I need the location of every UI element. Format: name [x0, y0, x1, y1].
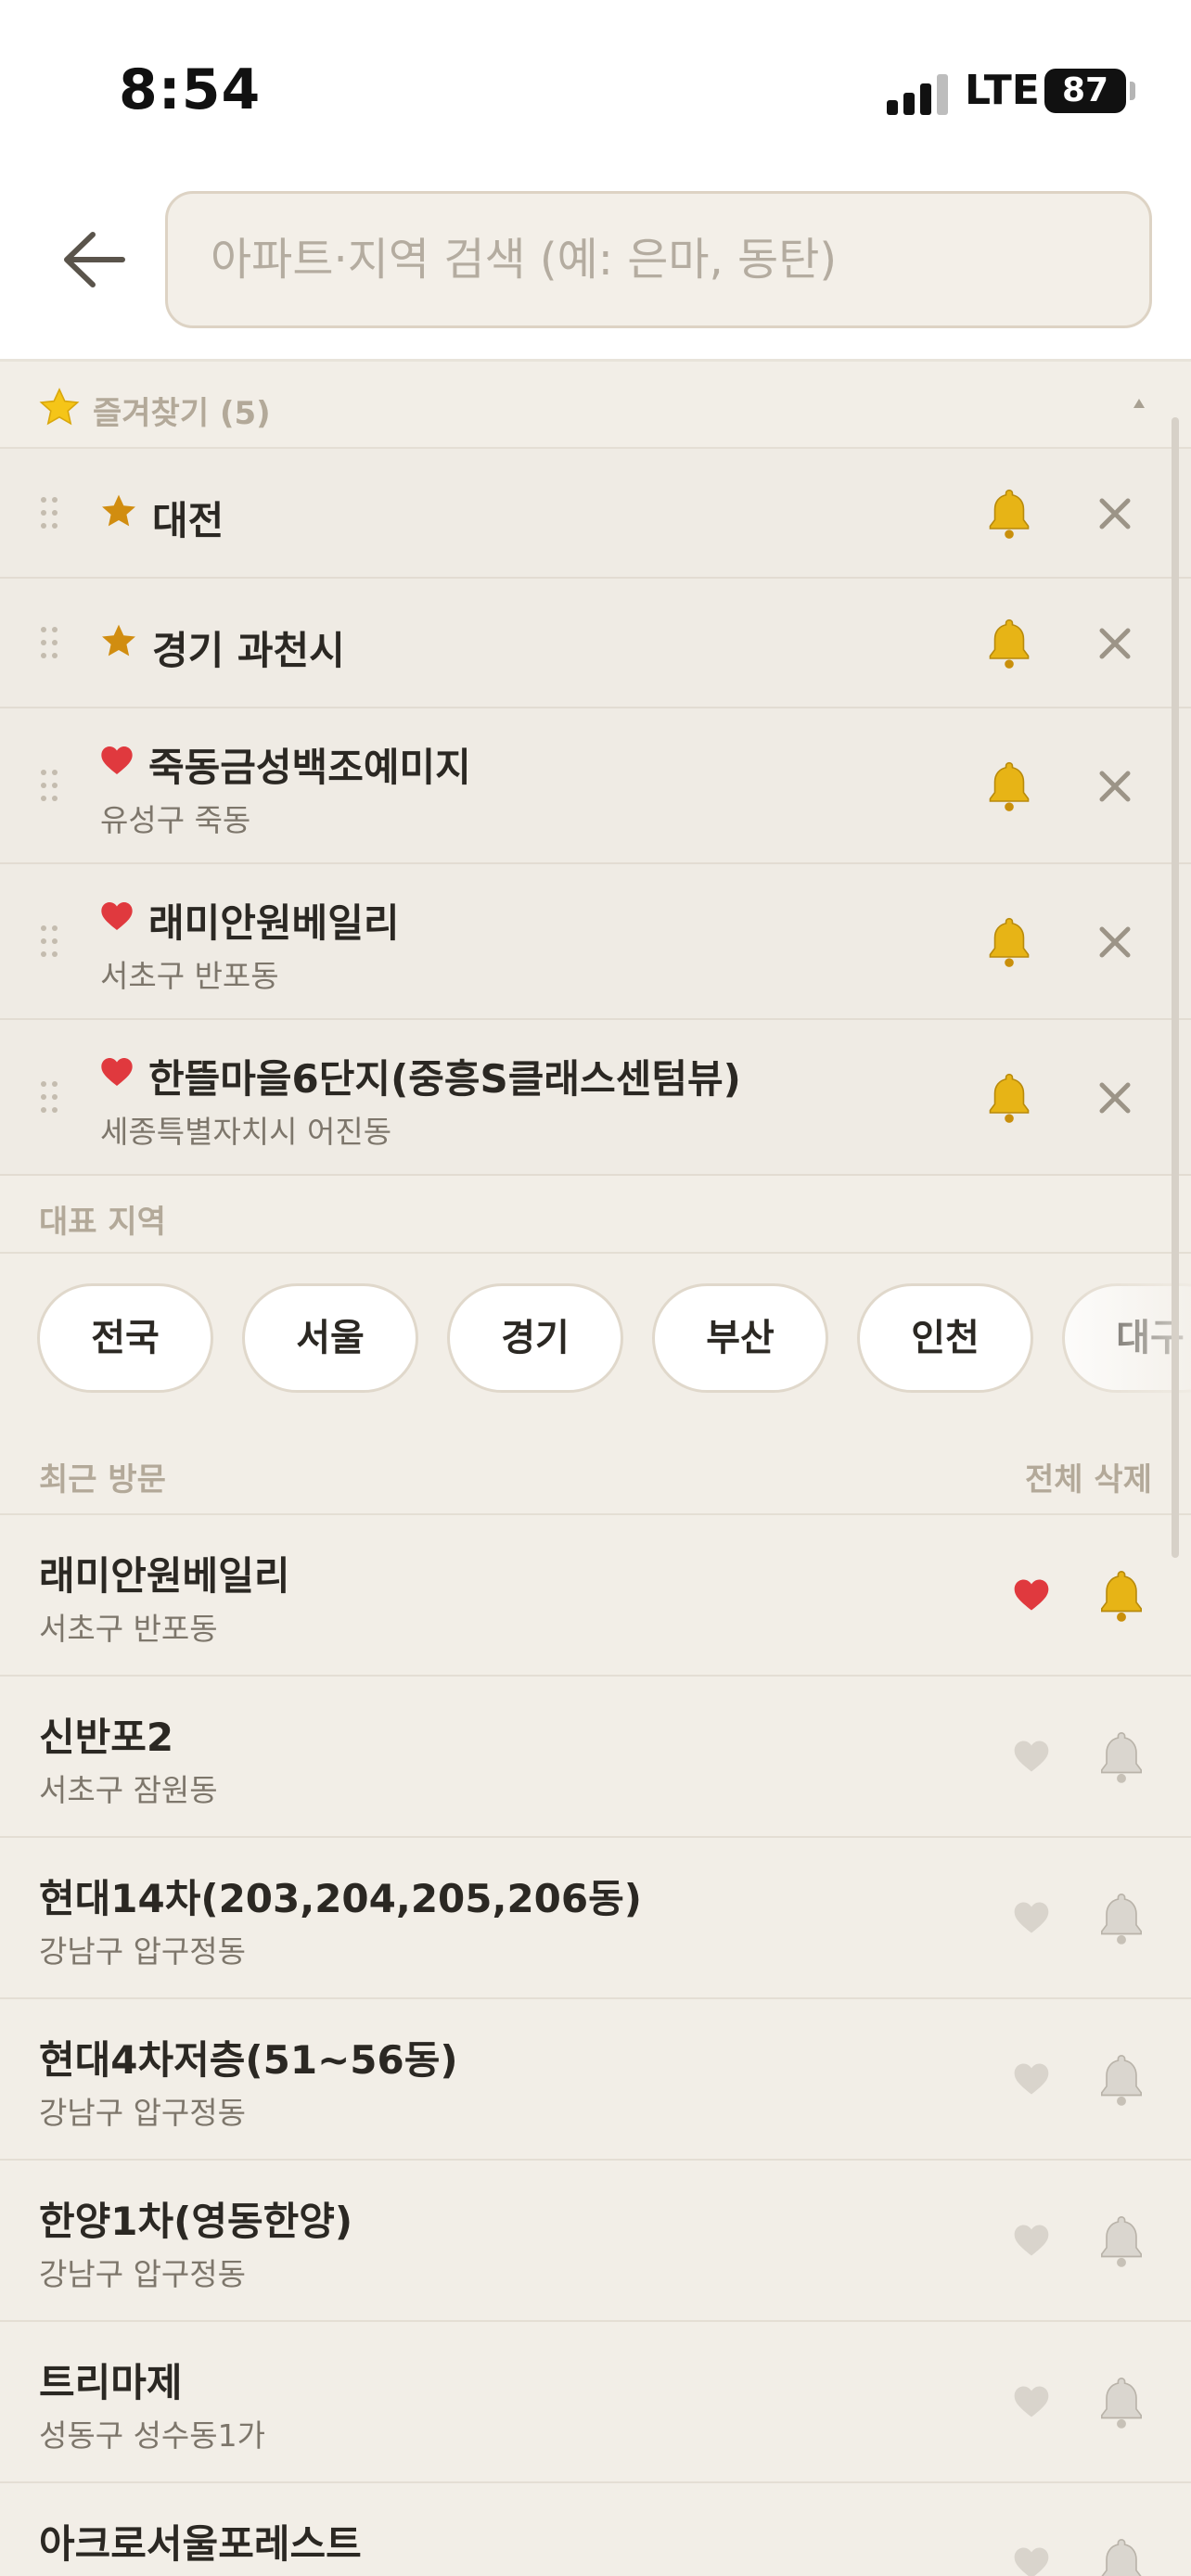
bell-icon[interactable] — [1091, 1565, 1152, 1626]
region-chip[interactable]: 경기 — [447, 1283, 623, 1393]
bell-off-icon[interactable] — [1091, 2533, 1152, 2576]
drag-handle-icon[interactable] — [41, 497, 61, 530]
heart-icon[interactable] — [1011, 1575, 1052, 1615]
favorite-title: 래미안원베일리 — [148, 900, 400, 946]
heart-outline-icon[interactable] — [1011, 1897, 1052, 1938]
heart-icon — [98, 742, 135, 779]
drag-handle-icon[interactable] — [41, 925, 61, 959]
favorite-title: 경기 과천시 — [152, 628, 345, 673]
recent-title: 한양1차(영동한양) — [39, 2199, 353, 2244]
heart-outline-icon[interactable] — [1011, 1736, 1052, 1777]
favorite-item-gwacheon[interactable]: 경기 과천시 — [0, 579, 1191, 708]
region-chip[interactable]: 부산 — [652, 1283, 828, 1393]
region-chip[interactable]: 서울 — [242, 1283, 418, 1393]
drag-handle-icon[interactable] — [41, 770, 61, 803]
battery-cap — [1130, 82, 1135, 100]
bell-icon[interactable] — [980, 484, 1039, 543]
recent-title: 래미안원베일리 — [39, 1553, 290, 1599]
region-chip[interactable]: 인천 — [857, 1283, 1033, 1393]
favorite-item-apartment[interactable]: 한뜰마을6단지(중흥S클래스센텀뷰) 세종특별자치시 어진동 — [0, 1020, 1191, 1176]
close-icon[interactable] — [1095, 922, 1135, 963]
drag-handle-icon[interactable] — [41, 1081, 61, 1115]
favorites-header[interactable]: 즐겨찾기 (5) — [0, 363, 1191, 449]
recent-subtitle: 성동구 성수동1가 — [39, 2417, 266, 2454]
star-icon — [98, 491, 139, 532]
recent-item[interactable]: 아크로서울포레스트 — [0, 2483, 1191, 2576]
collapse-caret-icon[interactable] — [1133, 399, 1145, 408]
favorite-title: 죽동금성백조예미지 — [148, 745, 471, 790]
recent-header: 최근 방문 전체 삭제 — [0, 1428, 1191, 1515]
favorite-subtitle: 서초구 반포동 — [100, 958, 279, 994]
region-chip-list[interactable]: 전국 서울 경기 부산 인천 대구 — [0, 1254, 1191, 1428]
bell-icon[interactable] — [980, 912, 1039, 972]
recent-title: 아크로서울포레스트 — [39, 2521, 362, 2567]
bell-off-icon[interactable] — [1091, 1727, 1152, 1788]
regions-title: 대표 지역 — [39, 1204, 166, 1241]
bell-off-icon[interactable] — [1091, 2372, 1152, 2433]
star-icon — [37, 386, 82, 430]
recent-item[interactable]: 트리마제 성동구 성수동1가 — [0, 2322, 1191, 2483]
regions-header: 대표 지역 — [0, 1176, 1191, 1254]
heart-icon — [98, 898, 135, 935]
recent-subtitle: 강남구 압구정동 — [39, 2256, 247, 2292]
battery-icon: 87 — [1044, 69, 1126, 113]
region-chip[interactable]: 전국 — [37, 1283, 213, 1393]
recent-title: 현대14차(203,204,205,206동) — [39, 1876, 642, 1921]
scrollbar[interactable] — [1172, 417, 1179, 1558]
recent-item[interactable]: 한양1차(영동한양) 강남구 압구정동 — [0, 2161, 1191, 2322]
favorite-subtitle: 세종특별자치시 어진동 — [100, 1114, 392, 1150]
bell-off-icon[interactable] — [1091, 1888, 1152, 1949]
bell-icon[interactable] — [980, 614, 1039, 673]
recent-subtitle: 강남구 압구정동 — [39, 2095, 247, 2131]
recent-item[interactable]: 신반포2 서초구 잠원동 — [0, 1677, 1191, 1838]
network-label: LTE — [965, 67, 1040, 114]
search-input[interactable] — [168, 194, 1149, 325]
favorite-title: 한뜰마을6단지(중흥S클래스센텀뷰) — [148, 1056, 741, 1102]
close-icon[interactable] — [1095, 1078, 1135, 1118]
recent-item[interactable]: 래미안원베일리 서초구 반포동 — [0, 1515, 1191, 1677]
recent-title: 신반포2 — [39, 1715, 174, 1760]
back-arrow-icon[interactable] — [56, 218, 130, 301]
bell-off-icon[interactable] — [1091, 2049, 1152, 2111]
favorite-item-apartment[interactable]: 죽동금성백조예미지 유성구 죽동 — [0, 708, 1191, 864]
search-box — [165, 191, 1152, 328]
drag-handle-icon[interactable] — [41, 627, 61, 660]
favorite-subtitle: 유성구 죽동 — [100, 802, 251, 838]
recent-title: 최근 방문 — [39, 1461, 166, 1498]
close-icon[interactable] — [1095, 766, 1135, 807]
favorite-item-daejeon[interactable]: 대전 — [0, 449, 1191, 579]
favorite-title: 대전 — [152, 498, 224, 543]
favorite-item-apartment[interactable]: 래미안원베일리 서초구 반포동 — [0, 864, 1191, 1020]
recent-item[interactable]: 현대4차저층(51~56동) 강남구 압구정동 — [0, 1999, 1191, 2161]
bell-icon[interactable] — [980, 1068, 1039, 1128]
heart-outline-icon[interactable] — [1011, 2059, 1052, 2099]
heart-outline-icon[interactable] — [1011, 2220, 1052, 2261]
star-icon — [98, 621, 139, 662]
recent-title: 트리마제 — [39, 2360, 183, 2405]
heart-outline-icon[interactable] — [1011, 2543, 1052, 2576]
heart-outline-icon[interactable] — [1011, 2381, 1052, 2422]
bell-off-icon[interactable] — [1091, 2211, 1152, 2272]
close-icon[interactable] — [1095, 623, 1135, 664]
recent-subtitle: 강남구 압구정동 — [39, 1933, 247, 1970]
recent-title: 현대4차저층(51~56동) — [39, 2037, 458, 2083]
signal-icon — [887, 70, 948, 115]
search-header — [0, 176, 1191, 362]
recent-subtitle: 서초구 잠원동 — [39, 1772, 218, 1808]
status-bar: 8:54 LTE 87 — [0, 0, 1191, 176]
bell-icon[interactable] — [980, 757, 1039, 816]
close-icon[interactable] — [1095, 493, 1135, 534]
recent-subtitle: 서초구 반포동 — [39, 1611, 218, 1647]
scroll-fade — [1030, 1254, 1191, 1428]
favorites-title: 즐겨찾기 (5) — [93, 395, 271, 432]
recent-item[interactable]: 현대14차(203,204,205,206동) 강남구 압구정동 — [0, 1838, 1191, 1999]
heart-icon — [98, 1053, 135, 1090]
status-time: 8:54 — [119, 57, 262, 122]
clear-all-button[interactable]: 전체 삭제 — [1025, 1454, 1152, 1499]
